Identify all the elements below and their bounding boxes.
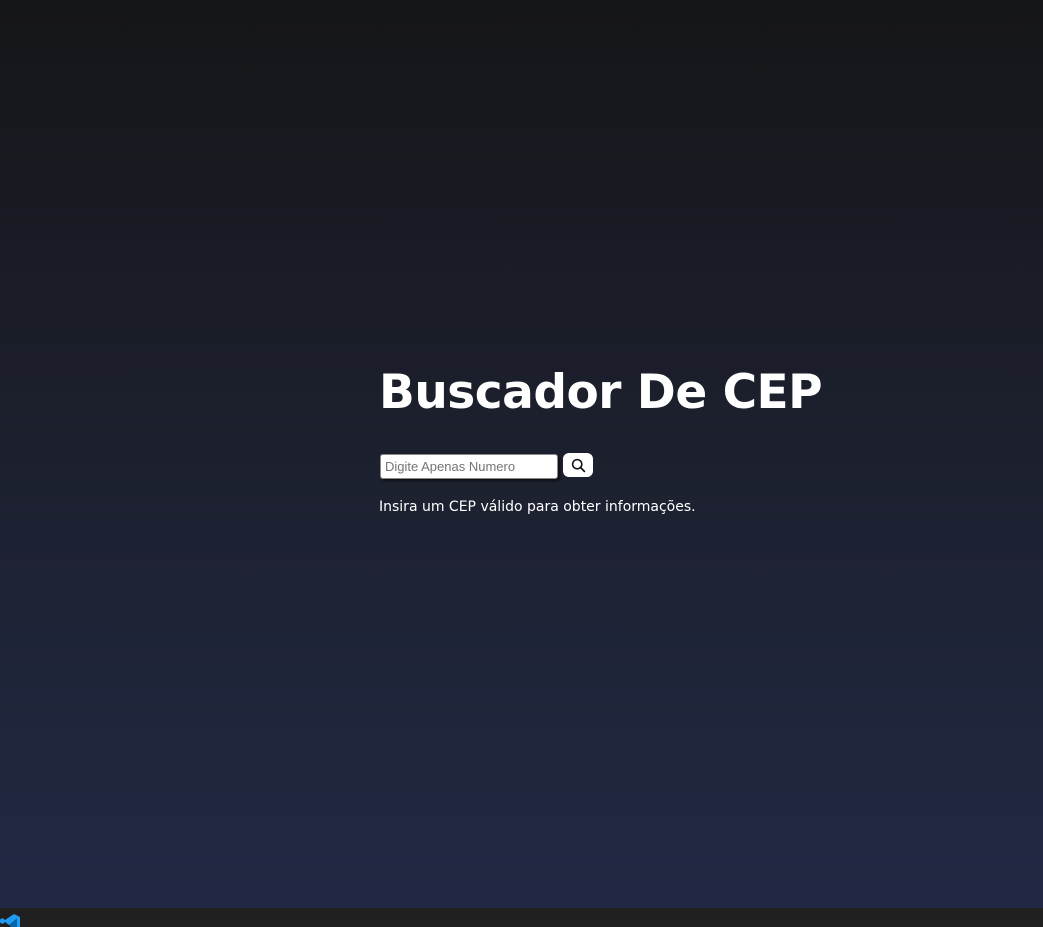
- taskbar: [0, 908, 1043, 927]
- cep-input[interactable]: [380, 454, 558, 479]
- page-title: Buscador De CEP: [379, 365, 823, 420]
- main-content: Buscador De CEP Insira um CEP válido par…: [379, 360, 999, 515]
- search-button[interactable]: [563, 453, 593, 477]
- search-icon: [571, 458, 586, 473]
- vscode-icon[interactable]: [0, 913, 20, 927]
- page-background: Buscador De CEP Insira um CEP válido par…: [0, 0, 1043, 908]
- search-form: [379, 453, 593, 479]
- status-message: Insira um CEP válido para obter informaç…: [379, 499, 696, 515]
